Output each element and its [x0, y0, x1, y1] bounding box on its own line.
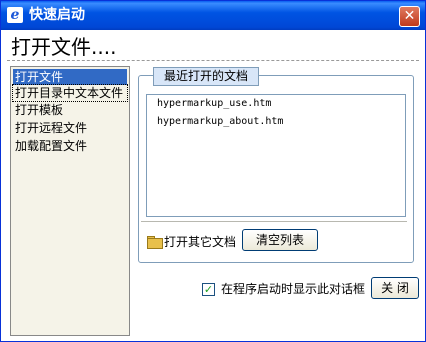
action-item-open-remote[interactable]: 打开远程文件 [13, 120, 127, 136]
dialog-content: 打开文件.... 打开文件 打开目录中文本文件 打开模板 打开远程文件 加载配置… [1, 30, 425, 341]
show-on-startup-label[interactable]: 在程序启动时显示此对话框 [221, 281, 365, 297]
recent-doc-item[interactable]: hypermarkup_about.htm [157, 115, 283, 129]
page-title: 打开文件.... [11, 35, 117, 59]
close-button[interactable]: 关 闭 [371, 277, 419, 299]
recent-docs-panel: 最近打开的文档 hypermarkup_use.htm hypermarkup_… [138, 67, 414, 263]
close-window-button[interactable]: ✕ [399, 6, 420, 27]
window-title: 快速启动 [29, 7, 85, 23]
heading-divider [7, 60, 419, 61]
open-other-docs-button[interactable]: 打开其它文档 [147, 234, 236, 250]
recent-docs-list[interactable]: hypermarkup_use.htm hypermarkup_about.ht… [146, 94, 406, 217]
recent-docs-legend: 最近打开的文档 [153, 67, 260, 86]
action-list[interactable]: 打开文件 打开目录中文本文件 打开模板 打开远程文件 加载配置文件 [10, 66, 130, 336]
dialog-window: e 快速启动 ✕ 打开文件.... 打开文件 打开目录中文本文件 打开模板 打开… [0, 0, 426, 342]
recent-doc-item[interactable]: hypermarkup_use.htm [157, 97, 271, 111]
title-bar[interactable]: e 快速启动 ✕ [1, 1, 425, 30]
action-item-load-config[interactable]: 加载配置文件 [13, 138, 127, 154]
action-item-open-template[interactable]: 打开模板 [13, 102, 127, 118]
show-on-startup-checkbox[interactable]: ✓ [202, 283, 215, 296]
app-icon: e [7, 7, 23, 23]
panel-divider [141, 221, 407, 222]
action-item-open-file[interactable]: 打开文件 [13, 69, 127, 85]
clear-list-button[interactable]: 清空列表 [242, 229, 318, 251]
action-item-open-dir-text[interactable]: 打开目录中文本文件 [12, 84, 128, 102]
open-other-docs-label: 打开其它文档 [164, 235, 237, 249]
folder-open-icon [147, 236, 163, 249]
